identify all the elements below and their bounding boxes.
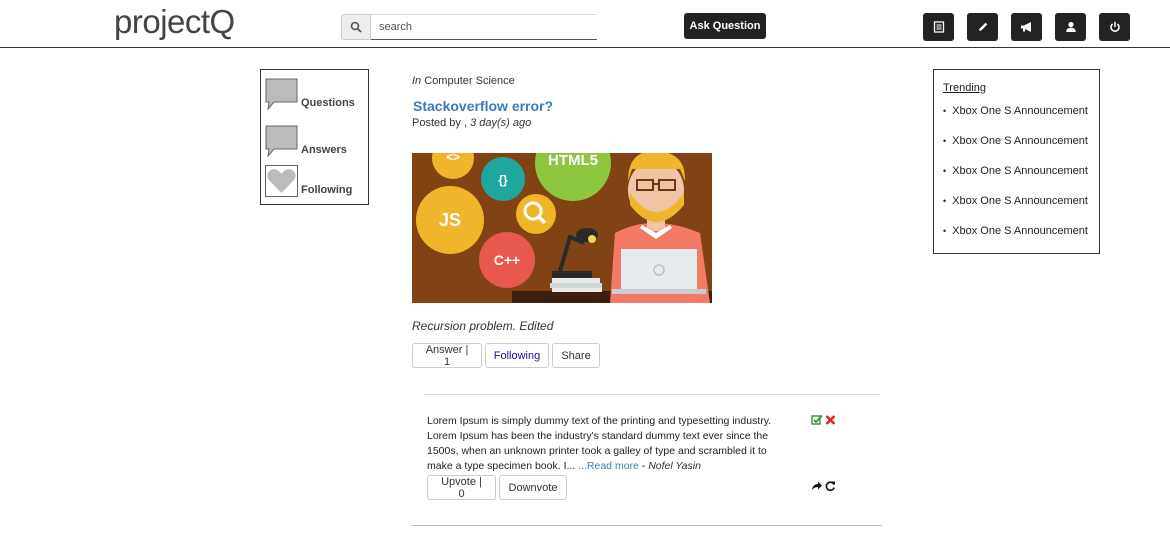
sidebar-item-label: Following: [301, 184, 353, 196]
nav-logout-button[interactable]: [1099, 13, 1130, 41]
nav-announcement-button[interactable]: [1011, 13, 1042, 41]
search-input[interactable]: [371, 14, 597, 40]
trending-item[interactable]: Xbox One S Announcement: [943, 195, 1088, 225]
read-more-link[interactable]: ...Read more: [578, 460, 639, 472]
search-icon: [350, 21, 362, 33]
nav-write-button[interactable]: [967, 13, 998, 41]
category-link[interactable]: Computer Science: [424, 75, 515, 87]
top-navbar: projectQ Ask Question: [0, 0, 1170, 48]
power-icon: [1109, 21, 1120, 32]
sidebar-item-label: Answers: [301, 144, 347, 156]
divider: [424, 394, 880, 395]
delete-icon[interactable]: [825, 414, 836, 426]
share-button[interactable]: Share: [552, 343, 600, 368]
downvote-button[interactable]: Downvote: [499, 475, 567, 500]
answer-button[interactable]: Answer | 1: [412, 343, 482, 368]
sidebar-item-following[interactable]: Following: [265, 165, 352, 197]
image-label-braces: {}: [498, 173, 508, 187]
trending-item[interactable]: Xbox One S Announcement: [943, 165, 1088, 195]
search-button[interactable]: [341, 14, 371, 40]
question-category: In Computer Science: [412, 75, 515, 87]
trending-title: Trending: [943, 82, 987, 94]
logo[interactable]: projectQ: [114, 3, 235, 41]
following-button[interactable]: Following: [485, 343, 549, 368]
pencil-icon: [978, 22, 987, 31]
user-icon: [1065, 22, 1076, 32]
sidebar-item-answers[interactable]: Answers: [265, 125, 347, 157]
trending-panel: Trending Xbox One S Announcement Xbox On…: [933, 69, 1100, 254]
trending-item[interactable]: Xbox One S Announcement: [943, 105, 1088, 135]
sidebar-item-label: Questions: [301, 97, 355, 109]
heart-icon: [265, 165, 298, 197]
image-label-html-tag: <>: [446, 153, 460, 164]
nav-icon-group: [923, 13, 1130, 41]
ask-question-button[interactable]: Ask Question: [684, 13, 766, 39]
category-prefix: In: [412, 75, 422, 87]
speech-bubble-icon: [265, 125, 298, 157]
question-image: <> HTML5 {} JS C++: [412, 153, 712, 303]
sidebar-item-questions[interactable]: Questions: [265, 78, 355, 110]
left-sidebar: Questions Answers Following: [260, 69, 369, 205]
upvote-button[interactable]: Upvote | 0: [427, 475, 496, 500]
author-separator: -: [638, 460, 649, 472]
divider: [412, 525, 882, 526]
nav-profile-button[interactable]: [1055, 13, 1086, 41]
posted-by: Posted by ,: [412, 117, 468, 129]
megaphone-icon: [1020, 22, 1031, 32]
search-bar: [341, 14, 597, 40]
answer-edit-actions: [811, 414, 836, 426]
list-icon: [933, 21, 944, 33]
trending-list: Xbox One S Announcement Xbox One S Annou…: [943, 105, 1088, 255]
posted-time: 3 day(s) ago: [470, 117, 532, 129]
image-label-js: JS: [439, 210, 461, 230]
answer-share-actions: [811, 480, 836, 492]
answer-text: Lorem Ipsum is simply dummy text of the …: [427, 414, 777, 474]
question-title[interactable]: Stackoverflow error?: [413, 98, 553, 114]
image-label-html5: HTML5: [548, 153, 598, 169]
edit-icon[interactable]: [811, 414, 823, 426]
answer-vote-actions: Upvote | 0 Downvote: [427, 475, 567, 500]
trending-item[interactable]: Xbox One S Announcement: [943, 135, 1088, 165]
trending-item[interactable]: Xbox One S Announcement: [943, 225, 1088, 255]
speech-bubble-icon: [265, 78, 298, 110]
image-label-cpp: C++: [494, 252, 520, 268]
nav-list-button[interactable]: [923, 13, 954, 41]
question-actions: Answer | 1 Following Share: [412, 343, 600, 368]
refresh-icon[interactable]: [824, 480, 836, 492]
question-description: Recursion problem. Edited: [412, 319, 554, 333]
posted-info: Posted by , 3 day(s) ago: [412, 117, 531, 129]
share-arrow-icon[interactable]: [811, 480, 823, 492]
answer-author[interactable]: Nofel Yasin: [648, 460, 701, 472]
